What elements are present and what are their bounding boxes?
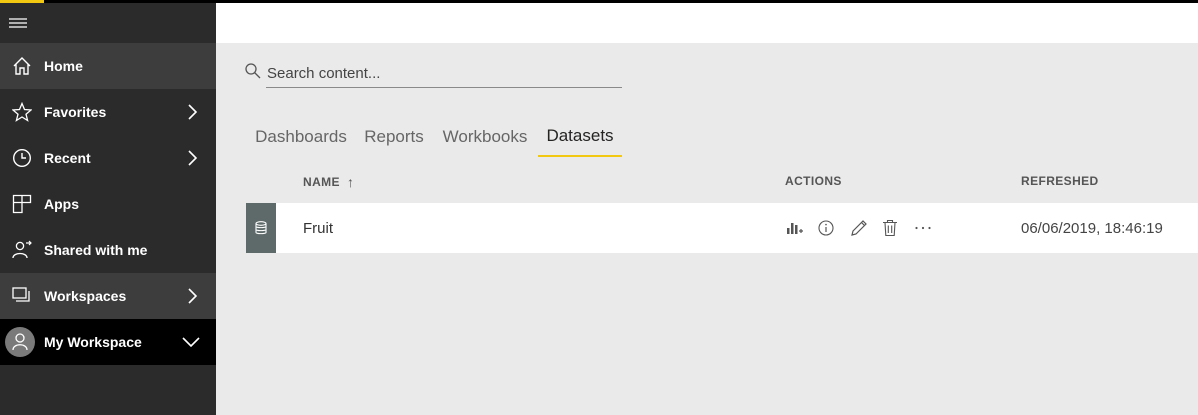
column-header-name[interactable]: NAME ↑ bbox=[303, 174, 354, 190]
tab-dashboards[interactable]: Dashboards bbox=[246, 116, 356, 157]
sidebar-item-label: Favorites bbox=[44, 104, 107, 120]
more-icon[interactable] bbox=[914, 217, 946, 239]
row-actions bbox=[786, 217, 946, 239]
search-box bbox=[244, 60, 622, 89]
sidebar-item-label: Shared with me bbox=[44, 242, 148, 258]
create-report-icon[interactable] bbox=[786, 217, 818, 239]
star-icon bbox=[0, 102, 44, 122]
sidebar-item-label: Apps bbox=[44, 196, 79, 212]
info-icon[interactable] bbox=[818, 217, 850, 239]
apps-icon bbox=[0, 194, 44, 214]
table-row[interactable]: Fruit 06/06/2019, 18:46:19 bbox=[246, 203, 1198, 253]
delete-icon[interactable] bbox=[882, 217, 914, 239]
column-header-name-label: NAME bbox=[303, 175, 340, 189]
avatar bbox=[5, 327, 35, 357]
clock-icon bbox=[0, 148, 44, 168]
search-input[interactable] bbox=[266, 60, 622, 88]
search-icon bbox=[244, 62, 262, 85]
sort-ascending-icon: ↑ bbox=[346, 174, 355, 190]
sidebar-item-recent[interactable]: Recent bbox=[0, 135, 216, 181]
sidebar-item-label: Recent bbox=[44, 150, 91, 166]
chevron-right-icon[interactable] bbox=[188, 150, 198, 166]
sidebar-item-label: Workspaces bbox=[44, 288, 127, 304]
chevron-right-icon[interactable] bbox=[188, 288, 198, 304]
sidebar-item-apps[interactable]: Apps bbox=[0, 181, 216, 227]
refreshed-timestamp: 06/06/2019, 18:46:19 bbox=[1021, 219, 1163, 237]
sidebar: Home Favorites Recent Apps Shared with m… bbox=[0, 3, 216, 415]
hamburger-button[interactable] bbox=[0, 3, 216, 43]
tab-datasets[interactable]: Datasets bbox=[538, 116, 622, 157]
column-header-actions: ACTIONS bbox=[785, 174, 842, 188]
chevron-right-icon[interactable] bbox=[188, 104, 198, 120]
sidebar-item-favorites[interactable]: Favorites bbox=[0, 89, 216, 135]
hamburger-icon bbox=[9, 18, 27, 28]
sidebar-item-home[interactable]: Home bbox=[0, 43, 216, 89]
dataset-icon bbox=[246, 203, 276, 253]
home-icon bbox=[0, 56, 44, 76]
sidebar-item-label: My Workspace bbox=[44, 334, 142, 350]
column-header-refreshed[interactable]: REFRESHED bbox=[1021, 174, 1099, 188]
tab-workbooks[interactable]: Workbooks bbox=[437, 116, 533, 157]
chevron-down-icon[interactable] bbox=[182, 337, 200, 347]
sidebar-item-label: Home bbox=[44, 58, 83, 74]
edit-icon[interactable] bbox=[850, 217, 882, 239]
sidebar-item-shared-with-me[interactable]: Shared with me bbox=[0, 227, 216, 273]
dataset-name-link[interactable]: Fruit bbox=[303, 203, 333, 253]
sidebar-item-workspaces[interactable]: Workspaces bbox=[0, 273, 216, 319]
shared-icon bbox=[0, 240, 44, 260]
sidebar-item-my-workspace[interactable]: My Workspace bbox=[0, 319, 216, 365]
workspaces-icon bbox=[0, 287, 44, 305]
tab-reports[interactable]: Reports bbox=[358, 116, 430, 157]
main-header bbox=[216, 3, 1198, 43]
